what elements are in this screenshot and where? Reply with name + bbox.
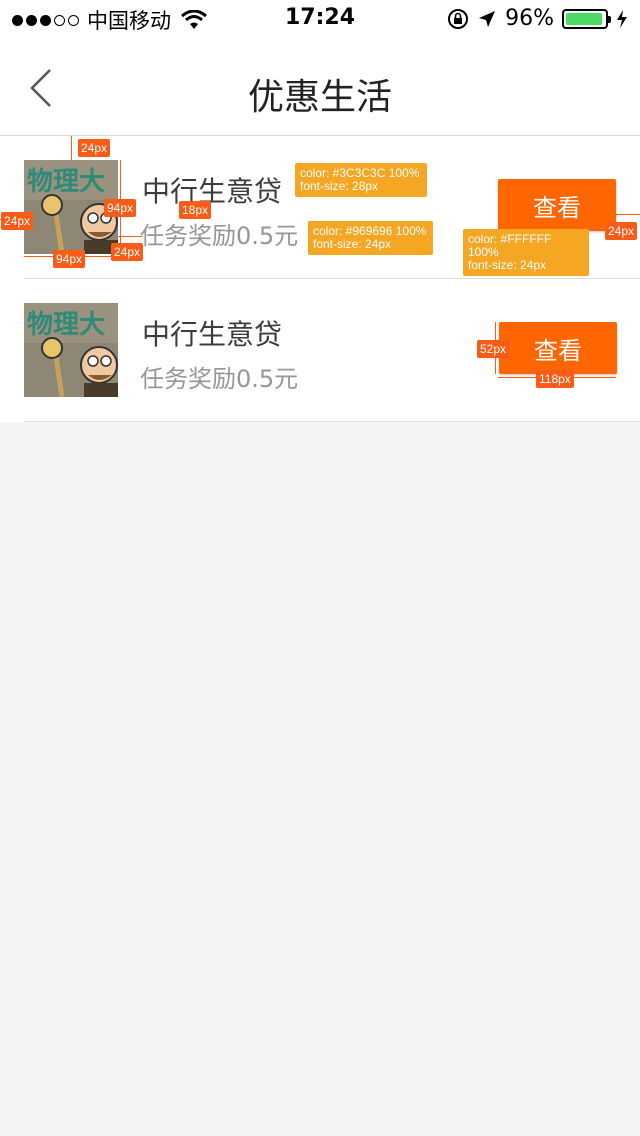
spec-line: font-size: 24px	[468, 258, 547, 272]
battery-icon	[562, 8, 611, 29]
item-reward: 任务奖励0.5元	[140, 222, 299, 250]
guide-line	[71, 136, 72, 160]
measure-tag: 18px	[179, 201, 212, 219]
measure-tag: 24px	[111, 243, 144, 261]
view-button[interactable]: 查看	[498, 179, 616, 231]
item-thumbnail: 物理大	[24, 303, 118, 397]
charging-bolt-icon	[617, 9, 627, 28]
spec-line: font-size: 24px	[313, 237, 392, 251]
nav-bar: 优惠生活	[0, 40, 640, 136]
svg-text:物理大: 物理大	[27, 310, 105, 340]
measure-tag: 24px	[605, 222, 638, 240]
measure-tag: 52px	[477, 340, 510, 358]
measure-tag: 94px	[53, 250, 86, 268]
item-reward: 任务奖励0.5元	[140, 365, 299, 393]
measure-tag: 24px	[1, 212, 34, 230]
item-title: 中行生意贷	[142, 175, 283, 208]
item-title: 中行生意贷	[142, 318, 283, 351]
measure-tag: 118px	[536, 370, 574, 388]
spec-line: font-size: 28px	[300, 179, 379, 193]
cartoon-image: 物理大	[24, 303, 118, 397]
list-item[interactable]: 物理大 中行生意贷 任务奖励0.5元 查看	[24, 279, 640, 422]
spec-tag: color: #969696 100% font-size: 24px	[308, 221, 433, 255]
battery-percent: 96%	[505, 6, 554, 31]
orientation-lock-icon	[448, 8, 469, 29]
measure-tag: 24px	[78, 139, 111, 157]
spec-tag: color: #FFFFFF 100% font-size: 24px	[463, 229, 589, 276]
view-button[interactable]: 查看	[499, 322, 617, 374]
battery-fill	[566, 12, 603, 25]
spec-line: color: #FFFFFF 100%	[468, 232, 552, 259]
svg-text:物理大: 物理大	[27, 167, 105, 197]
status-bar: 中国移动 17:24 96%	[0, 0, 640, 40]
guide-line	[118, 236, 142, 237]
guide-line	[616, 214, 640, 215]
page-title: 优惠生活	[247, 77, 392, 118]
location-arrow-icon	[479, 10, 496, 27]
spec-tag: color: #3C3C3C 100% font-size: 28px	[295, 163, 427, 197]
measure-tag: 94px	[104, 199, 137, 217]
status-right: 96%	[447, 6, 628, 31]
